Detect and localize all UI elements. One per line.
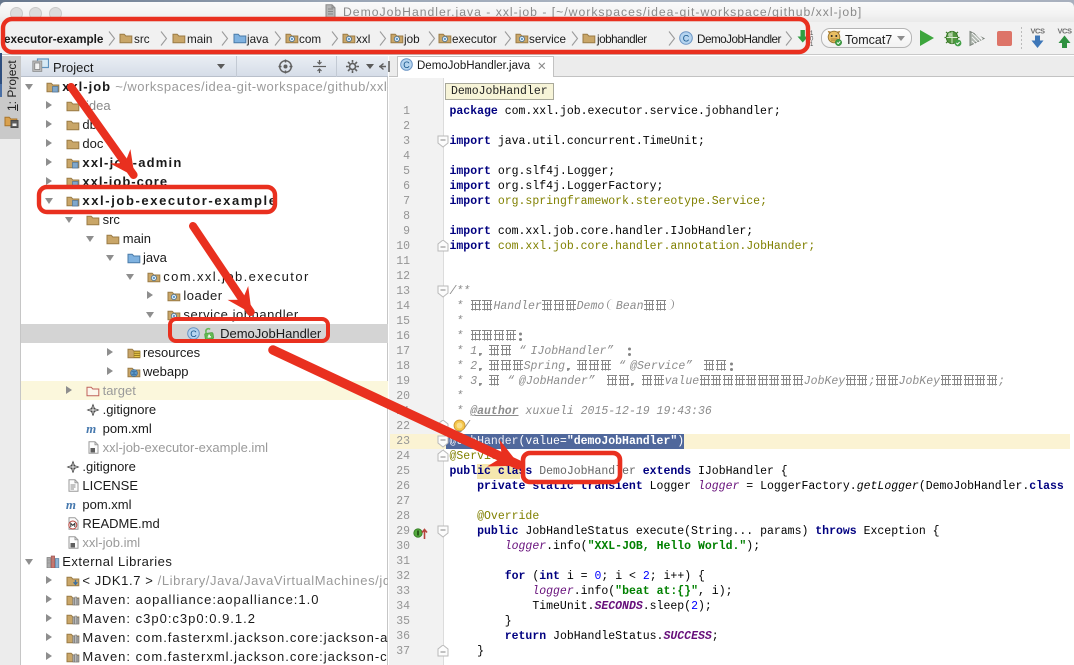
svg-text:VCS: VCS — [1031, 27, 1045, 36]
svg-text:1: 1 — [810, 42, 814, 46]
svg-text:C: C — [403, 60, 410, 70]
svg-text:C: C — [190, 329, 197, 339]
svg-text:C: C — [683, 34, 690, 44]
svg-text:VCS: VCS — [1058, 27, 1072, 36]
